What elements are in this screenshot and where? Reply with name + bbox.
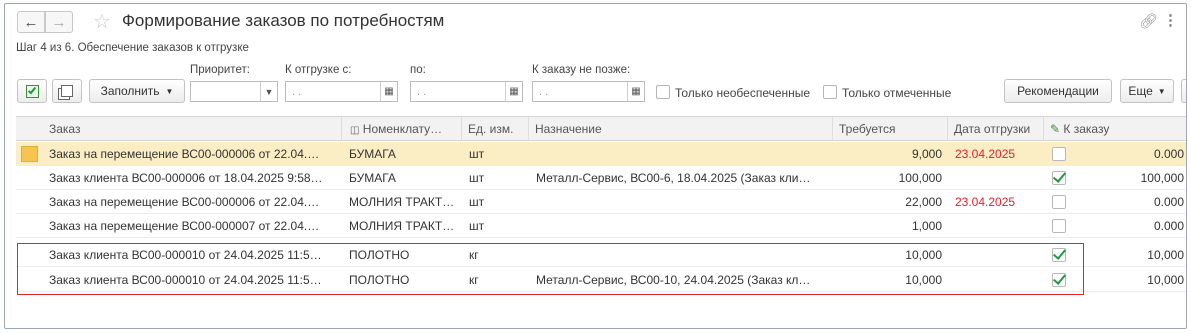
- calendar-icon[interactable]: ▦: [505, 82, 522, 101]
- cell-order: Заказ клиента ВС00-000006 от 18.04.2025 …: [49, 171, 323, 185]
- cut-off-button[interactable]: [1181, 79, 1186, 103]
- cell-unit: шт: [469, 171, 485, 185]
- chevron-down-icon[interactable]: ▼: [260, 82, 277, 101]
- priority-select[interactable]: ▼: [190, 81, 278, 102]
- highlight-frame: [17, 243, 1084, 295]
- only-unprovided-checkbox[interactable]: [656, 85, 670, 99]
- cell-to-order: 100,000: [1140, 171, 1184, 185]
- cell-required: 22,000: [905, 195, 942, 209]
- cell-item: МОЛНИЯ ТРАКТ…: [349, 195, 455, 209]
- copy-button[interactable]: [52, 79, 82, 103]
- ship-from-date-value: . .: [292, 85, 302, 98]
- cell-purpose: Металл-Сервис, ВС00-6, 18.04.2025 (Заказ…: [536, 171, 811, 185]
- more-button[interactable]: Еще ▼: [1120, 79, 1174, 103]
- cell-item: МОЛНИЯ ТРАКТ…: [349, 219, 455, 233]
- cell-required: 9,000: [911, 147, 942, 161]
- forward-button[interactable]: →: [45, 11, 73, 33]
- page-title: Формирование заказов по потребностям: [122, 11, 445, 30]
- table-row[interactable]: Заказ на перемещение ВС00-000006 от 22.0…: [16, 142, 1186, 166]
- order-by-label: К заказу не позже:: [532, 64, 631, 76]
- ship-to-date-input[interactable]: . . ▦: [410, 81, 523, 102]
- calendar-icon[interactable]: ▦: [627, 82, 644, 101]
- cell-to-order: 10,000: [1147, 248, 1184, 262]
- step-indicator: Шаг 4 из 6. Обеспечение заказов к отгруз…: [16, 42, 249, 54]
- cell-item: БУМАГА: [349, 147, 396, 161]
- column-header-item[interactable]: ◫ Номенклату…: [341, 117, 442, 141]
- table-row[interactable]: Заказ на перемещение ВС00-000007 от 22.0…: [16, 214, 1186, 238]
- column-header-to-order-label: К заказу: [1063, 122, 1110, 136]
- app-window: ← → ☆ Формирование заказов по потребност…: [4, 3, 1187, 329]
- column-header-unit[interactable]: Ед. изм.: [461, 117, 513, 141]
- cell-order: Заказ на перемещение ВС00-000006 от 22.0…: [49, 195, 320, 209]
- priority-label: Приоритет:: [190, 64, 250, 76]
- table-header: Заказ ◫ Номенклату… Ед. изм. Назначение …: [16, 117, 1186, 141]
- copy-icon: [61, 85, 73, 97]
- dropdown-arrow-icon: ▼: [165, 86, 174, 96]
- table-row[interactable]: Заказ клиента ВС00-000006 от 18.04.2025 …: [16, 166, 1186, 190]
- fill-button-label: Заполнить: [100, 84, 160, 98]
- cell-ship-date: [955, 214, 1040, 238]
- order-by-date-value: . .: [539, 85, 549, 98]
- cell-required: 100,000: [898, 171, 942, 185]
- to-order-checkbox[interactable]: [1052, 219, 1066, 233]
- hierarchy-icon: ◫: [350, 125, 360, 136]
- order-by-date-input[interactable]: . . ▦: [532, 81, 645, 102]
- ship-from-date-input[interactable]: . . ▦: [285, 81, 398, 102]
- column-header-purpose[interactable]: Назначение: [528, 117, 602, 141]
- dropdown-arrow-icon: ▼: [1157, 86, 1166, 96]
- more-vertical-icon[interactable]: ⋮: [1163, 11, 1178, 29]
- only-marked-checkbox[interactable]: [823, 85, 837, 99]
- cell-to-order: 0.000: [1153, 147, 1184, 161]
- favorite-star-icon[interactable]: ☆: [93, 9, 111, 34]
- cell-to-order: 0.000: [1153, 219, 1184, 233]
- table-row[interactable]: Заказ на перемещение ВС00-000006 от 22.0…: [16, 190, 1186, 214]
- cell-purpose: [536, 142, 826, 166]
- cell-unit: шт: [469, 219, 485, 233]
- mark-all-button[interactable]: [17, 79, 47, 103]
- calendar-icon[interactable]: ▦: [380, 82, 397, 101]
- cell-ship-date: 23.04.2025: [955, 147, 1016, 161]
- column-header-required[interactable]: Требуется: [832, 117, 895, 141]
- back-button[interactable]: ←: [17, 11, 45, 33]
- only-marked-label: Только отмеченные: [842, 86, 952, 100]
- ship-from-label: К отгрузке с:: [285, 64, 352, 76]
- only-unprovided-label: Только необеспеченные: [675, 86, 811, 100]
- cell-order: Заказ на перемещение ВС00-000007 от 22.0…: [49, 219, 320, 233]
- column-header-order[interactable]: Заказ: [43, 117, 80, 141]
- cell-to-order: 0.000: [1153, 195, 1184, 209]
- to-order-checkbox[interactable]: [1052, 147, 1066, 161]
- fill-button[interactable]: Заполнить ▼: [89, 79, 185, 103]
- cell-ship-date: [955, 166, 1040, 190]
- column-header-item-label: Номенклату…: [362, 122, 443, 136]
- recommendations-button[interactable]: Рекомендации: [1004, 79, 1112, 103]
- arrow-right-icon: →: [51, 13, 67, 31]
- cell-ship-date: 23.04.2025: [955, 195, 1016, 209]
- ship-to-label: по:: [410, 64, 426, 76]
- cell-unit: шт: [469, 147, 485, 161]
- orders-table: Заказ ◫ Номенклату… Ед. изм. Назначение …: [16, 116, 1186, 328]
- to-order-checkbox[interactable]: [1052, 171, 1066, 185]
- cell-unit: шт: [469, 195, 485, 209]
- cell-purpose: [536, 190, 826, 214]
- cell-required: 1,000: [911, 219, 942, 233]
- checkbox-checked-icon: [25, 84, 39, 98]
- cell-order: Заказ на перемещение ВС00-000006 от 22.0…: [49, 147, 320, 161]
- current-row-marker: [21, 146, 38, 162]
- cell-purpose: [536, 214, 826, 238]
- column-header-ship-date[interactable]: Дата отгрузки: [947, 117, 1030, 141]
- link-icon[interactable]: 🔗︎: [1139, 12, 1158, 30]
- pencil-icon: ✎: [1050, 122, 1061, 136]
- arrow-left-icon: ←: [23, 13, 39, 31]
- cell-item: БУМАГА: [349, 171, 396, 185]
- to-order-checkbox[interactable]: [1052, 195, 1066, 209]
- column-header-to-order[interactable]: ✎ К заказу: [1043, 117, 1109, 141]
- ship-to-date-value: . .: [417, 85, 427, 98]
- cell-to-order: 10,000: [1147, 273, 1184, 287]
- more-button-label: Еще: [1128, 84, 1153, 98]
- recommendations-label: Рекомендации: [1017, 84, 1099, 98]
